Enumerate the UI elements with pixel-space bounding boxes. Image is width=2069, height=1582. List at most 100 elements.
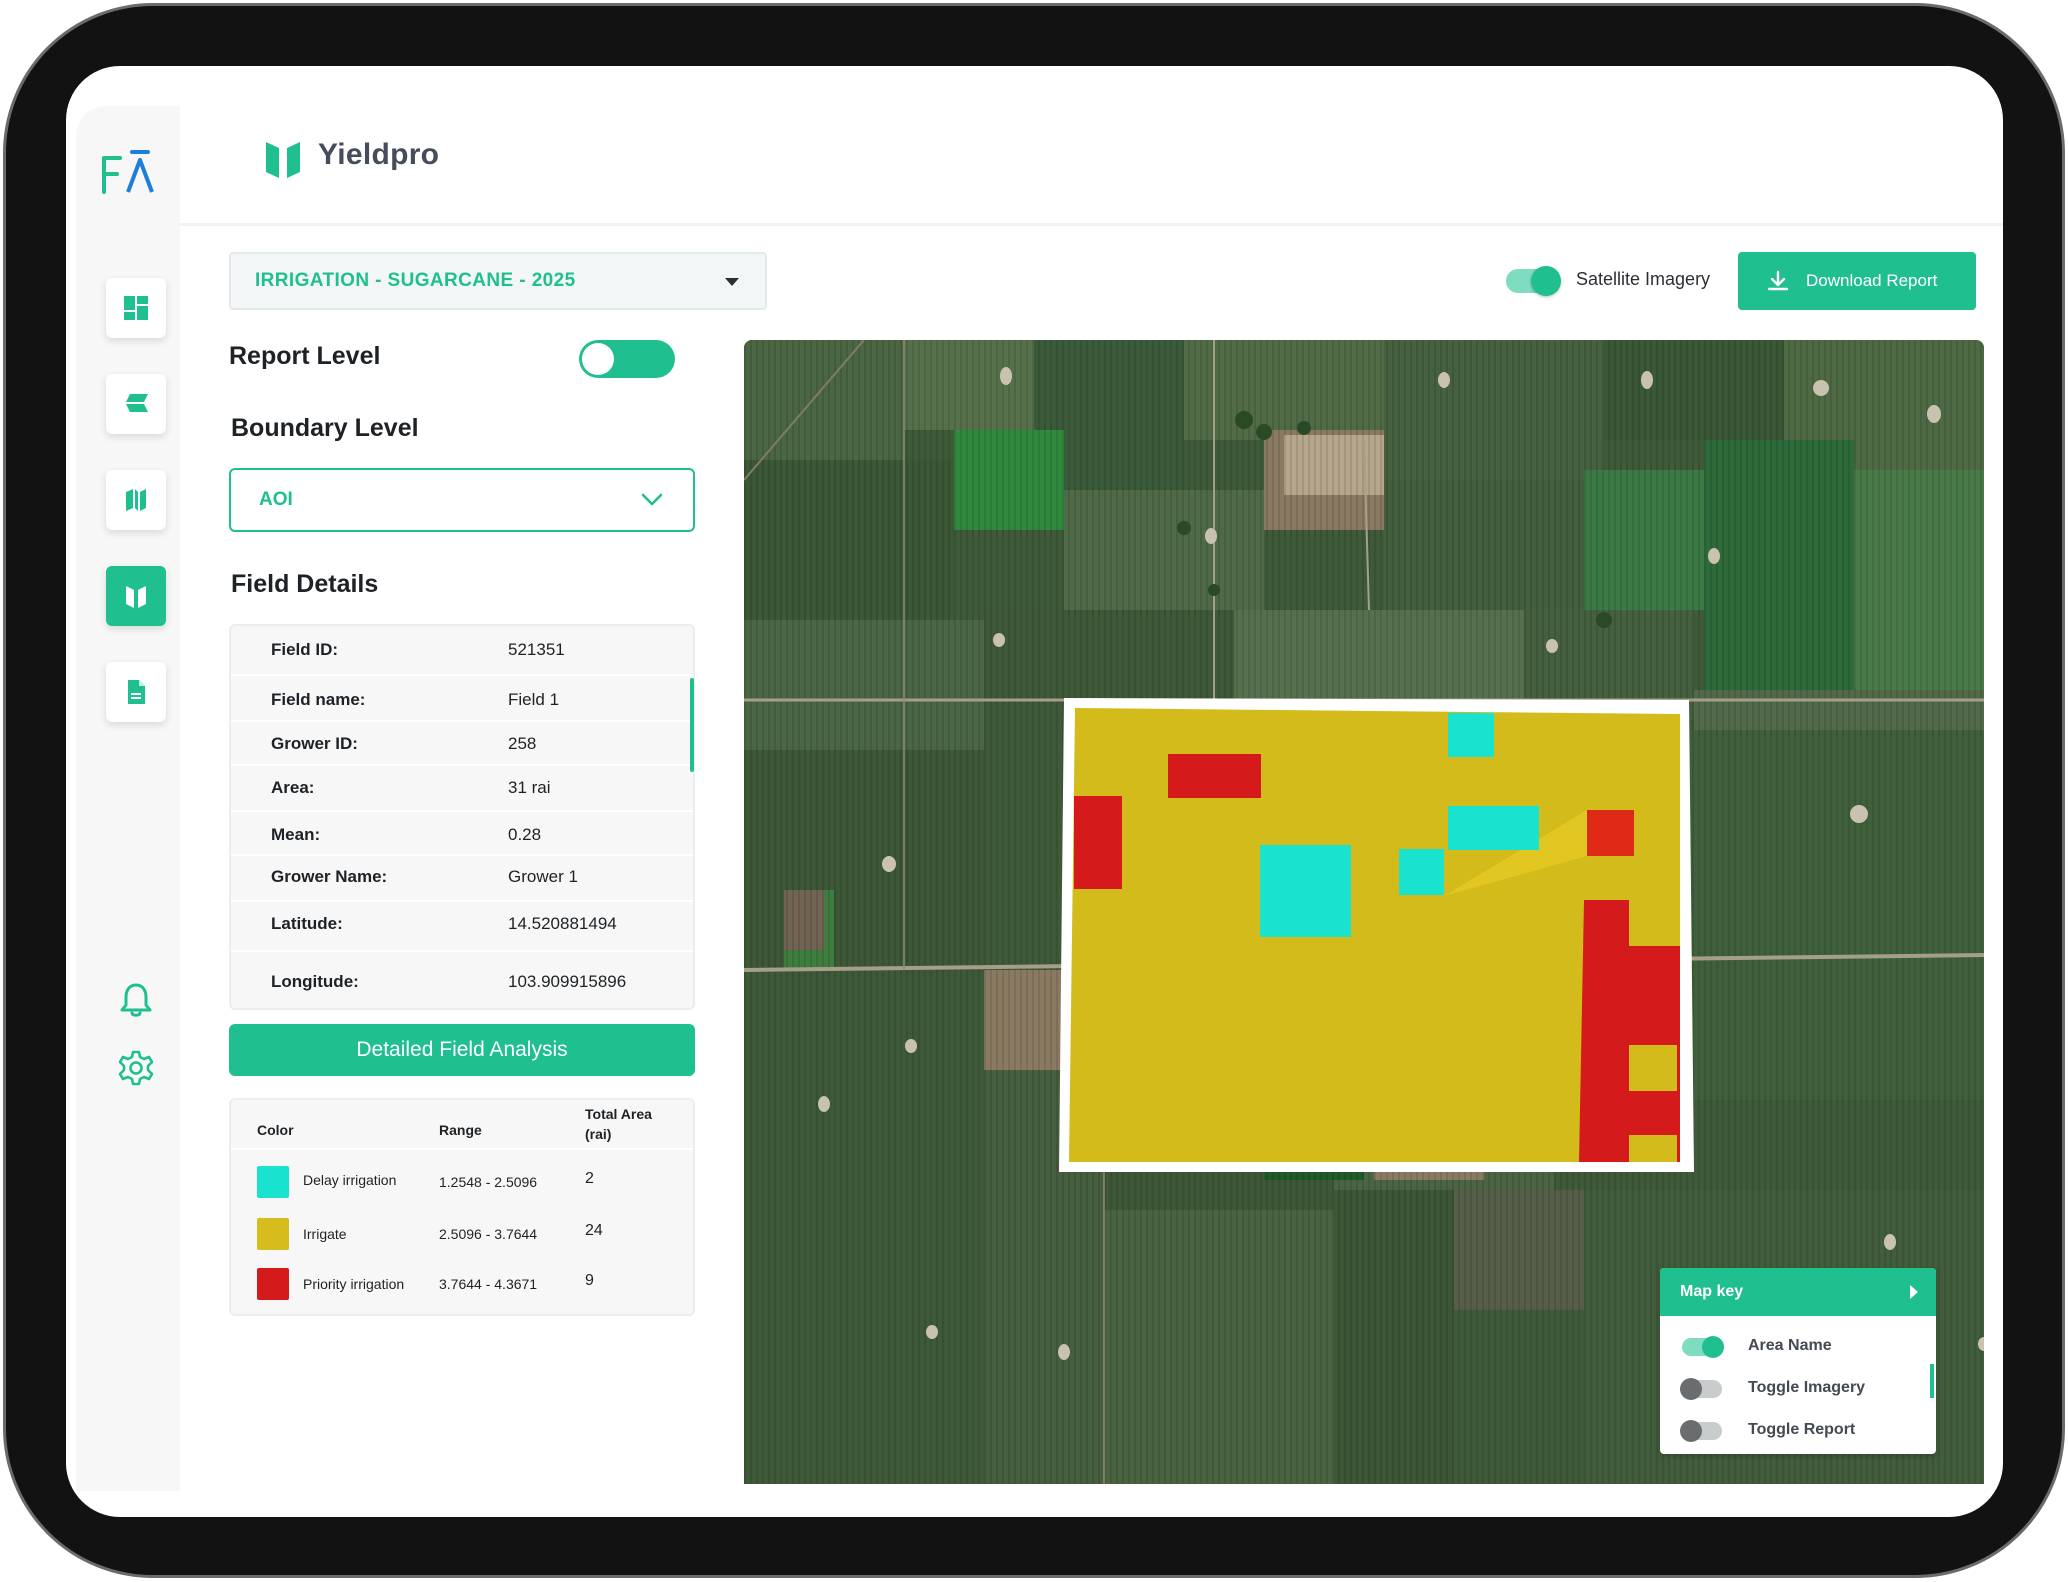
document-icon — [128, 680, 145, 704]
download-report-label: Download Report — [1806, 271, 1938, 290]
rail-document-button[interactable] — [106, 662, 166, 722]
priority-zone — [1074, 796, 1122, 889]
map-key-header[interactable]: Map key — [1660, 1268, 1936, 1316]
map-icon — [126, 489, 146, 511]
toggle-knob — [1680, 1378, 1702, 1400]
app-header: Yieldpro — [180, 66, 2003, 226]
chevron-down-icon — [641, 493, 663, 506]
area-name-toggle[interactable] — [1682, 1336, 1724, 1358]
map-key-label: Toggle Report — [1748, 1421, 1856, 1438]
legend-area: 2 — [585, 1170, 594, 1187]
map-key-row-report: Toggle Report — [1660, 1410, 1936, 1452]
detail-value: 0.28 — [508, 825, 542, 844]
legend-range: 2.5096 - 3.7644 — [439, 1226, 538, 1242]
legend-row-delay: Delay irrigation 1.2548 - 2.5096 2 — [231, 1156, 693, 1206]
yieldpro-icon — [126, 586, 146, 608]
delay-zone — [1448, 806, 1539, 850]
map-key-label: Toggle Imagery — [1748, 1379, 1866, 1396]
gear-icon — [118, 1050, 154, 1086]
satellite-imagery-label: Satellite Imagery — [1576, 269, 1711, 289]
detail-key: Longitude: — [271, 972, 359, 991]
rail-yieldpro-button[interactable] — [106, 566, 166, 626]
detail-key: Mean: — [271, 825, 321, 844]
legend-area: 24 — [585, 1222, 603, 1239]
boundary-level-select[interactable]: AOI — [229, 468, 695, 532]
detail-row: Field ID: 521351 — [231, 626, 693, 676]
project-select-value: IRRIGATION - SUGARCANE - 2025 — [255, 270, 576, 291]
detail-key: Latitude: — [271, 914, 343, 933]
brand-name: Yieldpro — [318, 138, 440, 171]
irrigation-legend-table: Color Range Total Area (rai) Delay irrig… — [229, 1098, 695, 1316]
legend-swatch-priority — [257, 1268, 289, 1300]
caret-right-icon — [1910, 1285, 1918, 1299]
brand-logo-icon — [266, 142, 300, 178]
rail-layers-button[interactable] — [106, 374, 166, 434]
download-report-button[interactable]: Download Report — [1738, 252, 1976, 310]
detail-key: Field ID: — [271, 640, 339, 659]
map-key-row-area-name: Area Name — [1660, 1326, 1936, 1368]
legend-header-row: Color Range Total Area (rai) — [231, 1100, 693, 1150]
rail-map-button[interactable] — [106, 470, 166, 530]
app-logo-icon[interactable]: FĀ — [100, 146, 160, 196]
legend-header-area-unit: (rai) — [585, 1126, 612, 1142]
settings-button[interactable] — [114, 1046, 158, 1090]
detail-key: Field name: — [271, 690, 366, 709]
legend-name: Priority irrigation — [303, 1276, 405, 1292]
legend-area: 9 — [585, 1272, 594, 1289]
field-boundary — [1059, 698, 1694, 1172]
legend-header-area: Total Area — [585, 1106, 652, 1122]
legend-header-range: Range — [439, 1122, 482, 1138]
detail-value: 103.909915896 — [508, 972, 627, 991]
priority-zone — [1168, 754, 1261, 798]
detailed-field-analysis-button[interactable]: Detailed Field Analysis — [229, 1024, 695, 1076]
project-select[interactable]: IRRIGATION - SUGARCANE - 2025 — [229, 252, 767, 310]
boundary-level-value: AOI — [259, 489, 293, 510]
caret-down-icon — [725, 278, 739, 286]
toggle-imagery-toggle[interactable] — [1680, 1378, 1722, 1400]
boundary-level-label: Boundary Level — [231, 414, 419, 442]
detail-value: 521351 — [508, 640, 565, 659]
report-level-toggle[interactable] — [579, 340, 675, 378]
satellite-imagery-toggle[interactable] — [1506, 266, 1561, 296]
priority-zone — [1587, 810, 1634, 856]
toggle-knob — [582, 343, 614, 375]
detail-key: Area: — [271, 778, 315, 797]
toggle-report-toggle[interactable] — [1680, 1420, 1722, 1442]
detail-value: 258 — [508, 734, 537, 753]
legend-name: Delay irrigation — [303, 1172, 397, 1188]
delay-zone — [1399, 849, 1444, 895]
detail-row: Grower ID: 258 — [231, 722, 693, 766]
map-key-panel: Map key Area Name Toggle Imagery Toggle … — [1660, 1268, 1936, 1454]
toggle-knob — [1702, 1336, 1724, 1358]
detail-row: Area: 31 rai — [231, 766, 693, 812]
detail-row: Latitude: 14.520881494 — [231, 902, 693, 952]
legend-row-priority: Priority irrigation 3.7644 - 4.3671 9 — [231, 1258, 693, 1308]
irrigate-zone — [1629, 1135, 1677, 1162]
detail-key: Grower Name: — [271, 867, 388, 886]
irrigate-zone — [1629, 1045, 1677, 1091]
field-details-table: Field ID: 521351 Field name: Field 1 Gro… — [229, 624, 695, 1010]
detail-key: Grower ID: — [271, 734, 358, 753]
tablet-frame: FĀ Yieldpro IRRIGATION - SUGARCANE - 202… — [0, 0, 2069, 1582]
legend-row-irrigate: Irrigate 2.5096 - 3.7644 24 — [231, 1208, 693, 1258]
map-key-scrollbar[interactable] — [1930, 1364, 1934, 1398]
legend-name: Irrigate — [303, 1226, 347, 1242]
detail-value: 14.520881494 — [508, 914, 617, 933]
legend-swatch-irrigate — [257, 1218, 289, 1250]
map-key-title: Map key — [1680, 1283, 1744, 1300]
details-scrollbar[interactable] — [690, 678, 694, 772]
notifications-button[interactable] — [114, 978, 158, 1022]
legend-header-color: Color — [257, 1122, 294, 1138]
detail-row: Grower Name: Grower 1 — [231, 856, 693, 902]
detail-value: 31 rai — [508, 778, 551, 797]
rail-dashboard-button[interactable] — [106, 278, 166, 338]
map-key-label: Area Name — [1748, 1337, 1832, 1354]
download-icon — [1767, 270, 1789, 291]
detail-value: Field 1 — [508, 690, 560, 709]
legend-swatch-delay — [257, 1166, 289, 1198]
toggle-knob — [1680, 1420, 1702, 1442]
field-details-title: Field Details — [231, 570, 379, 598]
map-key-row-imagery: Toggle Imagery — [1660, 1368, 1936, 1410]
toggle-knob — [1531, 266, 1561, 296]
legend-range: 1.2548 - 2.5096 — [439, 1174, 538, 1190]
